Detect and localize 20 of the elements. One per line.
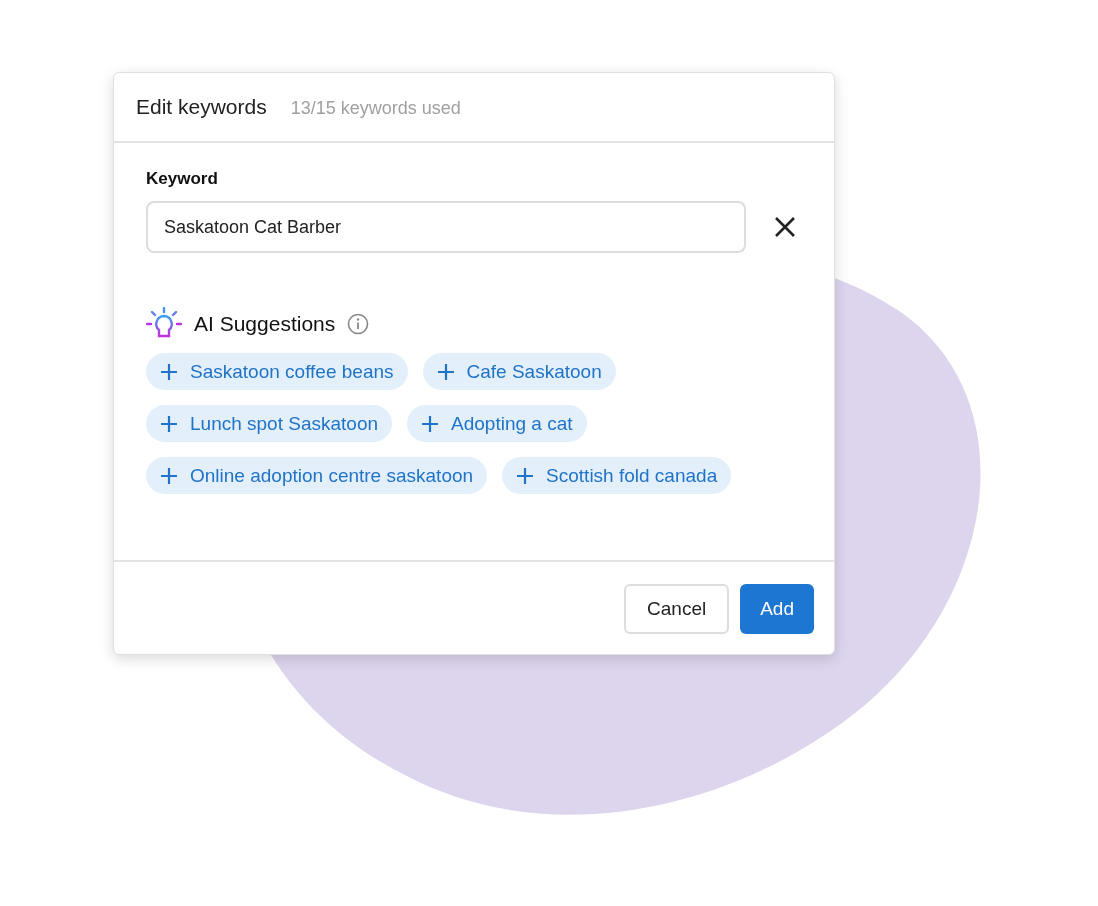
plus-icon (516, 466, 535, 485)
suggestion-chip[interactable]: Adopting a cat (407, 405, 587, 442)
plus-icon (436, 362, 455, 381)
keyword-input[interactable]: Saskatoon Cat Barber (146, 201, 746, 253)
plus-icon (160, 362, 178, 381)
dialog-title: Edit keywords (136, 95, 267, 119)
suggestion-chip[interactable]: Saskatoon coffee beans (146, 353, 408, 390)
suggestions-title: AI Suggestions (194, 312, 336, 336)
info-icon[interactable] (347, 313, 370, 335)
plus-icon (160, 414, 178, 433)
suggestion-chip[interactable]: Scottish fold canada (502, 457, 732, 494)
suggestion-chip[interactable]: Cafe Saskatoon (422, 353, 616, 390)
suggestion-chip[interactable]: Online adoption centre saskatoon (146, 457, 488, 494)
add-button[interactable]: Add (740, 584, 814, 634)
cancel-button[interactable]: Cancel (624, 584, 730, 634)
plus-icon (160, 466, 178, 485)
suggestion-chip[interactable]: Lunch spot Saskatoon (146, 405, 393, 442)
keywords-usage: 13/15 keywords used (290, 98, 461, 119)
plus-icon (421, 414, 440, 433)
keyword-label: Keyword (146, 169, 219, 189)
